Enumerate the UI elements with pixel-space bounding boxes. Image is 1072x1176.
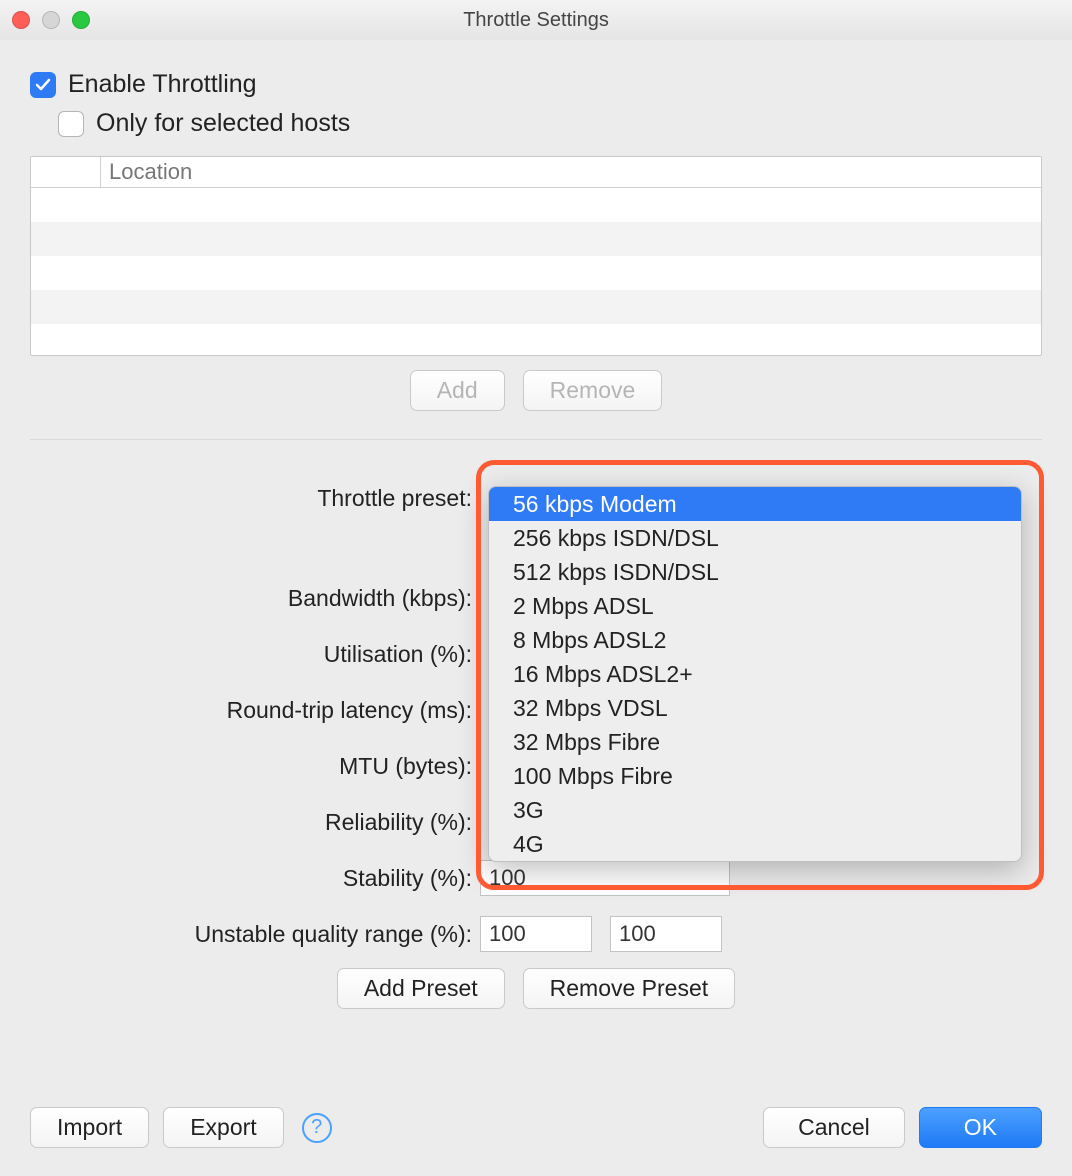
table-row — [31, 324, 1041, 356]
table-row — [31, 222, 1041, 256]
remove-host-button[interactable]: Remove — [523, 370, 663, 411]
preset-option[interactable]: 100 Mbps Fibre — [489, 759, 1021, 793]
preset-option[interactable]: 256 kbps ISDN/DSL — [489, 521, 1021, 555]
throttle-form: Throttle preset: Bandwidth (kbps): Utili… — [30, 470, 1042, 1009]
preset-option[interactable]: 32 Mbps VDSL — [489, 691, 1021, 725]
stability-label: Stability (%): — [30, 865, 480, 892]
hosts-table-col-blank — [31, 157, 101, 187]
section-divider — [30, 439, 1042, 440]
window-title: Throttle Settings — [0, 9, 1072, 32]
uqr-low-input[interactable] — [480, 916, 592, 952]
throttle-preset-dropdown[interactable]: 56 kbps Modem256 kbps ISDN/DSL512 kbps I… — [488, 486, 1022, 862]
table-row — [31, 290, 1041, 324]
table-row — [31, 256, 1041, 290]
dialog-footer: Import Export ? Cancel OK — [30, 1107, 1042, 1148]
preset-option[interactable]: 8 Mbps ADSL2 — [489, 623, 1021, 657]
stability-input[interactable] — [480, 860, 730, 896]
import-button[interactable]: Import — [30, 1107, 149, 1148]
reliability-label: Reliability (%): — [30, 809, 480, 836]
only-selected-hosts-label: Only for selected hosts — [96, 109, 350, 138]
utilisation-label: Utilisation (%): — [30, 641, 480, 668]
enable-throttling-checkbox[interactable] — [30, 72, 56, 98]
titlebar: Throttle Settings — [0, 0, 1072, 40]
throttle-preset-label: Throttle preset: — [30, 485, 480, 512]
bandwidth-label: Bandwidth (kbps): — [30, 585, 480, 612]
ok-button[interactable]: OK — [919, 1107, 1042, 1148]
export-button[interactable]: Export — [163, 1107, 283, 1148]
only-selected-hosts-checkbox[interactable] — [58, 111, 84, 137]
uqr-label: Unstable quality range (%): — [30, 921, 480, 948]
help-button[interactable]: ? — [302, 1113, 332, 1143]
enable-throttling-label: Enable Throttling — [68, 70, 257, 99]
remove-preset-button[interactable]: Remove Preset — [523, 968, 736, 1009]
preset-option[interactable]: 3G — [489, 793, 1021, 827]
uqr-high-input[interactable] — [610, 916, 722, 952]
preset-option[interactable]: 2 Mbps ADSL — [489, 589, 1021, 623]
preset-option[interactable]: 4G — [489, 827, 1021, 861]
add-host-button[interactable]: Add — [410, 370, 505, 411]
preset-option[interactable]: 16 Mbps ADSL2+ — [489, 657, 1021, 691]
add-preset-button[interactable]: Add Preset — [337, 968, 505, 1009]
rtt-label: Round-trip latency (ms): — [30, 697, 480, 724]
cancel-button[interactable]: Cancel — [763, 1107, 905, 1148]
table-row — [31, 188, 1041, 222]
preset-option[interactable]: 512 kbps ISDN/DSL — [489, 555, 1021, 589]
preset-option[interactable]: 56 kbps Modem — [489, 487, 1021, 521]
checkmark-icon — [35, 77, 51, 93]
preset-option[interactable]: 32 Mbps Fibre — [489, 725, 1021, 759]
hosts-table[interactable]: Location — [30, 156, 1042, 356]
hosts-table-col-location: Location — [101, 157, 200, 187]
mtu-label: MTU (bytes): — [30, 753, 480, 780]
